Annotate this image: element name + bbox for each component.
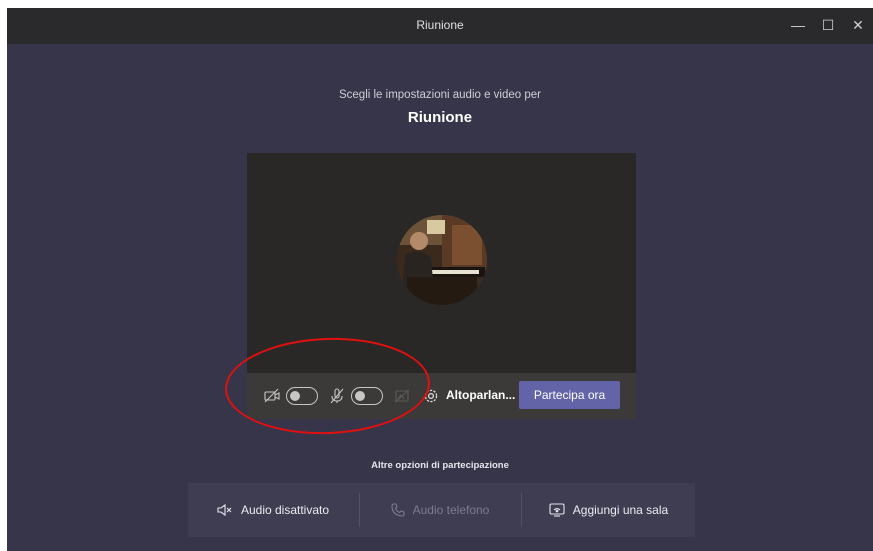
other-join-options-bar: Audio disattivato Audio telefono Aggiung… (188, 483, 695, 537)
join-now-button[interactable]: Partecipa ora (519, 381, 620, 409)
prejoin-subtitle: Scegli le impostazioni audio e video per (338, 89, 541, 101)
other-join-options-heading: Altre opzioni di partecipazione (371, 460, 509, 471)
minimize-button[interactable]: — (783, 8, 813, 44)
meeting-window: Riunione — ☐ ✕ Scegli le impostazioni au… (7, 8, 873, 551)
speaker-off-icon (217, 503, 233, 517)
audio-device-label[interactable]: Altoparlan... (446, 388, 515, 402)
add-room-label: Aggiungi una sala (572, 503, 669, 517)
maximize-button[interactable]: ☐ (813, 8, 843, 44)
add-room-option[interactable]: Aggiungi una sala (522, 483, 695, 537)
avatar (397, 215, 487, 305)
title-bar: Riunione — ☐ ✕ (7, 8, 873, 44)
audio-off-label: Audio disattivato (240, 503, 330, 517)
room-cast-icon (549, 503, 565, 517)
close-button[interactable]: ✕ (843, 8, 873, 44)
audio-off-option[interactable]: Audio disattivato (188, 483, 358, 537)
meeting-title: Riunione (407, 109, 473, 126)
phone-icon (391, 503, 405, 517)
phone-audio-label: Audio telefono (412, 503, 490, 517)
window-title: Riunione (416, 18, 464, 32)
phone-audio-option[interactable]: Audio telefono (360, 483, 520, 537)
